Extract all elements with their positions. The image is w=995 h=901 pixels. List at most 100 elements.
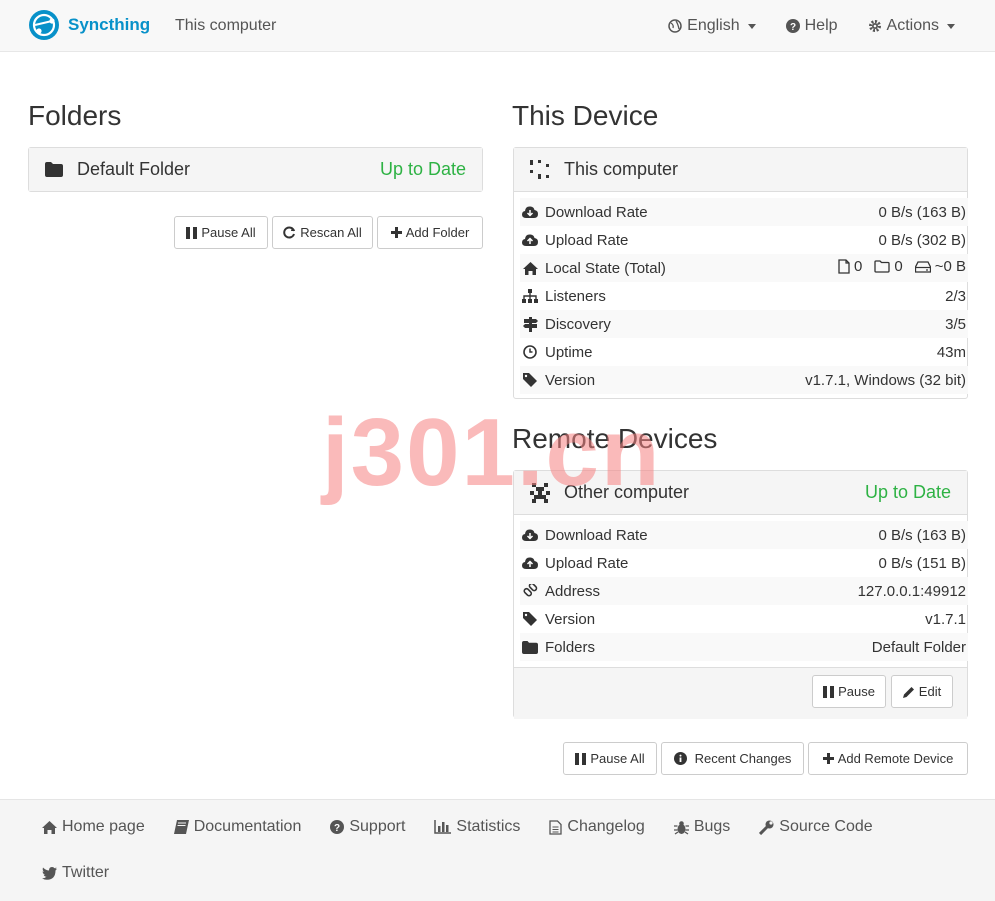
add-folder-button[interactable]: Add Folder bbox=[377, 216, 483, 249]
footer-link-label: Home page bbox=[62, 818, 145, 835]
language-menu[interactable]: English bbox=[668, 17, 756, 35]
wrench-icon bbox=[759, 820, 774, 835]
row-label: Version bbox=[545, 371, 596, 389]
footer-link-label: Twitter bbox=[62, 864, 110, 881]
tag-icon bbox=[522, 611, 538, 627]
remote-device-name: Other computer bbox=[564, 482, 690, 502]
row-value: v1.7.1, Windows (32 bit) bbox=[731, 366, 968, 394]
row-label: Discovery bbox=[545, 315, 611, 333]
file-text-icon bbox=[549, 819, 563, 835]
row-value: 0 B/s (163 B) bbox=[731, 198, 968, 226]
add-folder-label: Add Folder bbox=[405, 225, 470, 240]
row-value: 43m bbox=[936, 343, 966, 361]
remote-devices-heading: Remote Devices bbox=[512, 423, 718, 454]
footer-link-label: Documentation bbox=[193, 818, 302, 835]
caret-down-icon bbox=[747, 23, 756, 29]
pause-device-button[interactable]: Pause bbox=[812, 675, 886, 708]
this-device-name: This computer bbox=[564, 159, 679, 179]
globe-icon bbox=[668, 19, 682, 33]
book-icon bbox=[173, 820, 189, 834]
pause-all-devices-button[interactable]: Pause All bbox=[563, 742, 657, 775]
footer-link-documentation[interactable]: Documentation bbox=[173, 818, 302, 836]
remote-device-footer: Pause Edit bbox=[514, 667, 967, 719]
info-circle-icon bbox=[673, 752, 687, 765]
row-value: 0 B/s (163 B) bbox=[759, 521, 968, 549]
svg-text:?: ? bbox=[790, 22, 796, 33]
table-row: Download Rate 0 B/s (163 B) bbox=[520, 521, 968, 549]
actions-menu[interactable]: Actions bbox=[868, 17, 955, 35]
question-circle-icon: ? bbox=[330, 820, 345, 834]
this-device-header[interactable]: This computer bbox=[514, 148, 967, 192]
this-device-table: Download Rate 0 B/s (163 B) Upload Rate … bbox=[520, 198, 968, 394]
table-row: Upload Rate 0 B/s (302 B) bbox=[520, 226, 968, 254]
remote-device-status: Up to Date bbox=[864, 482, 951, 502]
pencil-icon bbox=[902, 686, 914, 698]
folder-panel[interactable]: Default Folder Up to Date bbox=[28, 147, 483, 192]
table-row: Version v1.7.1, Windows (32 bit) bbox=[520, 366, 968, 394]
row-label: Folders bbox=[545, 638, 596, 656]
pause-all-label: Pause All bbox=[590, 751, 645, 766]
bar-chart-icon bbox=[434, 820, 452, 834]
footer-link-source-code[interactable]: Source Code bbox=[759, 818, 873, 836]
pause-label: Pause bbox=[838, 684, 875, 699]
clock-icon bbox=[522, 344, 538, 360]
footer-link-changelog[interactable]: Changelog bbox=[549, 818, 645, 836]
syncthing-logo-icon bbox=[29, 10, 59, 40]
remote-device-header[interactable]: Other computer Up to Date bbox=[514, 471, 967, 515]
footer-link-label: Support bbox=[349, 818, 406, 835]
row-label: Download Rate bbox=[545, 526, 648, 544]
recent-changes-label: Recent Changes bbox=[694, 751, 792, 766]
footer-link-support[interactable]: ? Support bbox=[330, 818, 405, 836]
pause-icon bbox=[575, 752, 587, 765]
home-icon bbox=[522, 260, 538, 276]
brand[interactable]: Syncthing bbox=[27, 8, 150, 42]
folder-name: Default Folder bbox=[77, 159, 191, 179]
table-row: Download Rate 0 B/s (163 B) bbox=[520, 198, 968, 226]
recent-changes-button[interactable]: Recent Changes bbox=[661, 742, 804, 775]
table-row: Uptime 43m bbox=[520, 338, 968, 366]
footer-link-bugs[interactable]: Bugs bbox=[673, 818, 731, 836]
folder-icon bbox=[45, 162, 63, 177]
add-remote-device-label: Add Remote Device bbox=[837, 751, 954, 766]
table-row: Listeners 2/3 bbox=[520, 282, 968, 310]
home-icon bbox=[42, 820, 57, 834]
add-remote-device-button[interactable]: Add Remote Device bbox=[808, 742, 968, 775]
footer-link-twitter[interactable]: Twitter bbox=[42, 864, 109, 882]
row-label: Download Rate bbox=[545, 203, 648, 221]
footer-link-statistics[interactable]: Statistics bbox=[434, 818, 520, 836]
this-device-heading: This Device bbox=[512, 100, 659, 131]
row-value: 3/5 bbox=[731, 310, 968, 338]
row-label: Upload Rate bbox=[545, 231, 629, 249]
footer-link-label: Bugs bbox=[693, 818, 731, 835]
sitemap-icon bbox=[522, 288, 538, 304]
rescan-all-label: Rescan All bbox=[300, 225, 362, 240]
footer-link-home[interactable]: Home page bbox=[42, 818, 145, 836]
folder-status: Up to Date bbox=[379, 159, 466, 179]
cloud-upload-icon bbox=[522, 555, 538, 571]
footer-link-label: Changelog bbox=[567, 818, 645, 835]
help-label: Help bbox=[804, 17, 838, 34]
help-link[interactable]: ? Help bbox=[785, 17, 838, 35]
folders-heading: Folders bbox=[28, 100, 122, 131]
rescan-all-button[interactable]: Rescan All bbox=[272, 216, 373, 249]
row-label: Uptime bbox=[545, 343, 593, 361]
table-row: Folders Default Folder bbox=[520, 633, 968, 661]
row-value: Default Folder bbox=[759, 633, 968, 661]
twitter-icon bbox=[42, 866, 57, 880]
plus-icon bbox=[390, 227, 402, 238]
pause-icon bbox=[823, 685, 835, 698]
local-state-value: 0 0 ~0 B bbox=[731, 254, 968, 282]
pause-all-label: Pause All bbox=[201, 225, 256, 240]
row-value: v1.7.1 bbox=[925, 610, 966, 628]
row-value: 0 B/s (151 B) bbox=[878, 554, 966, 572]
table-row: Upload Rate 0 B/s (151 B) bbox=[520, 549, 968, 577]
row-label: Local State (Total) bbox=[545, 259, 666, 277]
footer-link-label: Source Code bbox=[779, 818, 873, 835]
table-row: Discovery 3/5 bbox=[520, 310, 968, 338]
bug-icon bbox=[673, 820, 689, 835]
row-label: Listeners bbox=[545, 287, 606, 305]
pause-all-folders-button[interactable]: Pause All bbox=[174, 216, 268, 249]
edit-device-button[interactable]: Edit bbox=[891, 675, 953, 708]
row-value: 127.0.0.1:49912 bbox=[759, 577, 968, 605]
file-icon bbox=[838, 259, 850, 274]
